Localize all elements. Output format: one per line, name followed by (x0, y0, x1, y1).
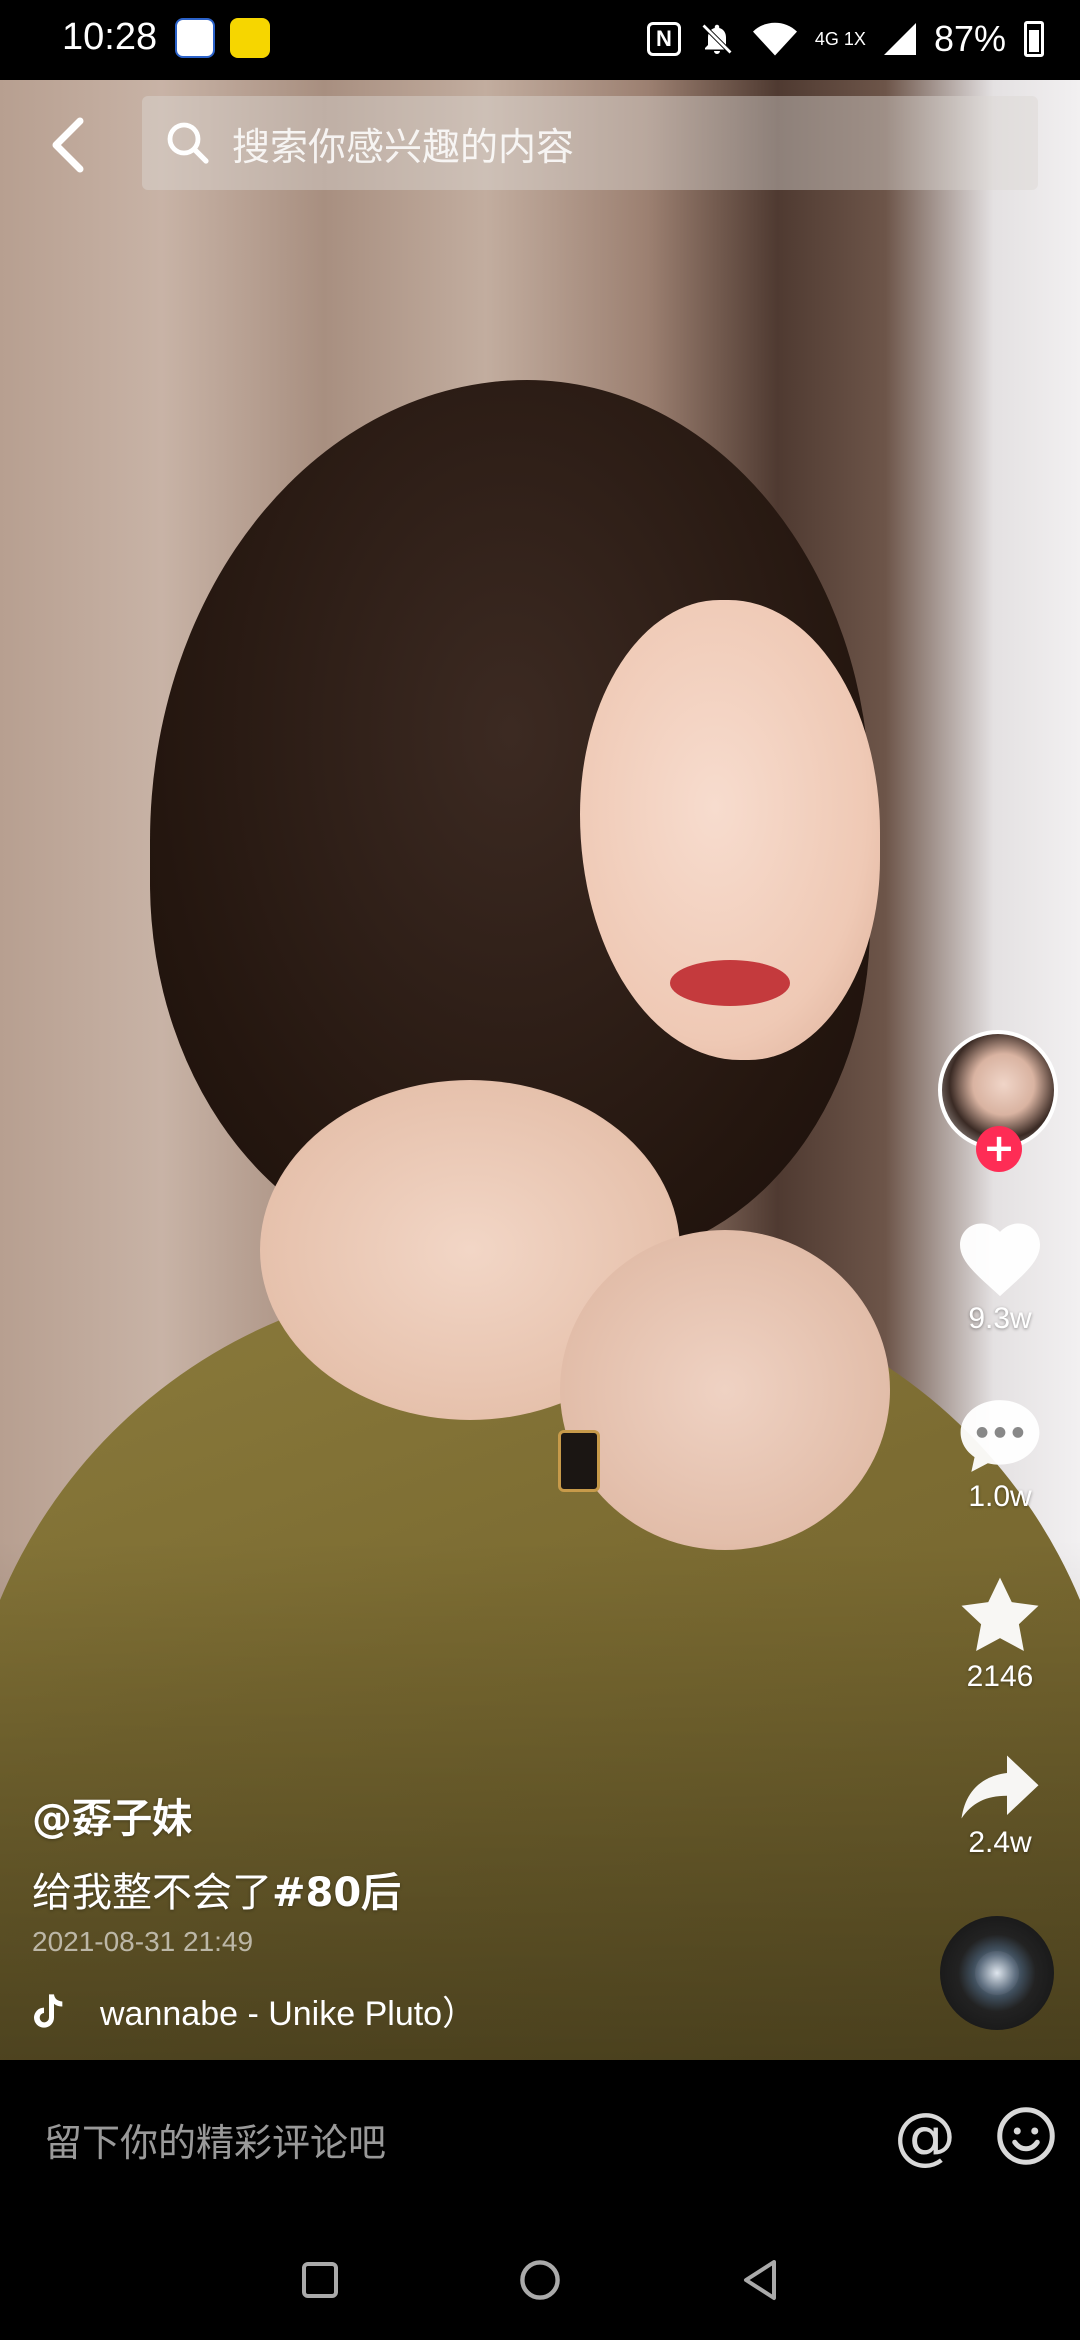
video-content (670, 960, 790, 1006)
nav-back-button[interactable] (730, 2250, 790, 2310)
app-notification-icon (175, 18, 215, 58)
follow-button[interactable]: + (976, 1126, 1022, 1172)
tiktok-note-icon (34, 1993, 63, 2028)
circle-icon (520, 2260, 560, 2300)
search-placeholder: 搜索你感兴趣的内容 (232, 124, 575, 169)
author-name[interactable]: @孬子妹 (32, 1786, 192, 1844)
share-button[interactable]: 2.4w (940, 1752, 1060, 1860)
battery-percent: 87% (933, 18, 1006, 59)
comment-input[interactable]: 留下你的精彩评论吧 (44, 2112, 386, 2167)
nfc-icon: N (646, 22, 681, 56)
post-date: 2021-08-31 21:49 (32, 1926, 254, 1957)
music-title: wannabe - Unike Pluto） (100, 1995, 477, 2033)
video-player[interactable] (0, 80, 1080, 2060)
favorite-count: 2146 (966, 1660, 1034, 1693)
signal-icon (883, 23, 916, 55)
network-type: 4G 1X (814, 29, 866, 49)
wifi-icon (752, 21, 797, 57)
comment-count: 1.0w (968, 1480, 1032, 1513)
at-mention-icon[interactable]: @ (890, 2096, 960, 2176)
square-icon (302, 2262, 338, 2298)
favorite-button[interactable]: 2146 (940, 1574, 1060, 1694)
heart-icon (960, 1223, 1040, 1297)
recent-apps-button[interactable] (290, 2250, 350, 2310)
like-count: 9.3w (968, 1302, 1032, 1335)
post-caption: 给我整不会了#80后 (32, 1860, 401, 1918)
caption-text: 给我整不会了 (32, 1870, 272, 1916)
system-nav-bar (0, 2212, 1080, 2340)
search-icon (167, 122, 209, 164)
back-button[interactable] (40, 105, 96, 185)
video-content (558, 1430, 600, 1492)
status-time: 10:28 (62, 16, 158, 58)
music-info[interactable]: wannabe - Unike Pluto） (32, 1986, 476, 2035)
star-icon (961, 1577, 1039, 1652)
share-arrow-icon (961, 1755, 1039, 1819)
video-content (560, 1230, 890, 1550)
status-bar: 10:28 N 4G 1X 87% (0, 0, 1080, 80)
comment-bar: 留下你的精彩评论吧 @ (0, 2062, 1080, 2212)
status-icons: N 4G 1X 87% (646, 14, 1044, 64)
music-disc[interactable] (940, 1916, 1054, 2030)
hashtag-link[interactable]: #80后 (272, 1870, 401, 1916)
comment-icon (960, 1400, 1040, 1472)
chevron-left-icon (52, 117, 84, 173)
emoji-icon[interactable] (996, 2106, 1056, 2166)
home-button[interactable] (510, 2250, 570, 2310)
search-input[interactable]: 搜索你感兴趣的内容 (142, 96, 1038, 190)
app-notification-icon (230, 18, 270, 58)
triangle-back-icon (744, 2260, 776, 2300)
like-button[interactable]: 9.3w (940, 1218, 1060, 1336)
comment-button[interactable]: 1.0w (940, 1396, 1060, 1514)
share-count: 2.4w (968, 1826, 1032, 1859)
battery-icon (1024, 21, 1044, 57)
bell-off-icon (699, 21, 735, 57)
